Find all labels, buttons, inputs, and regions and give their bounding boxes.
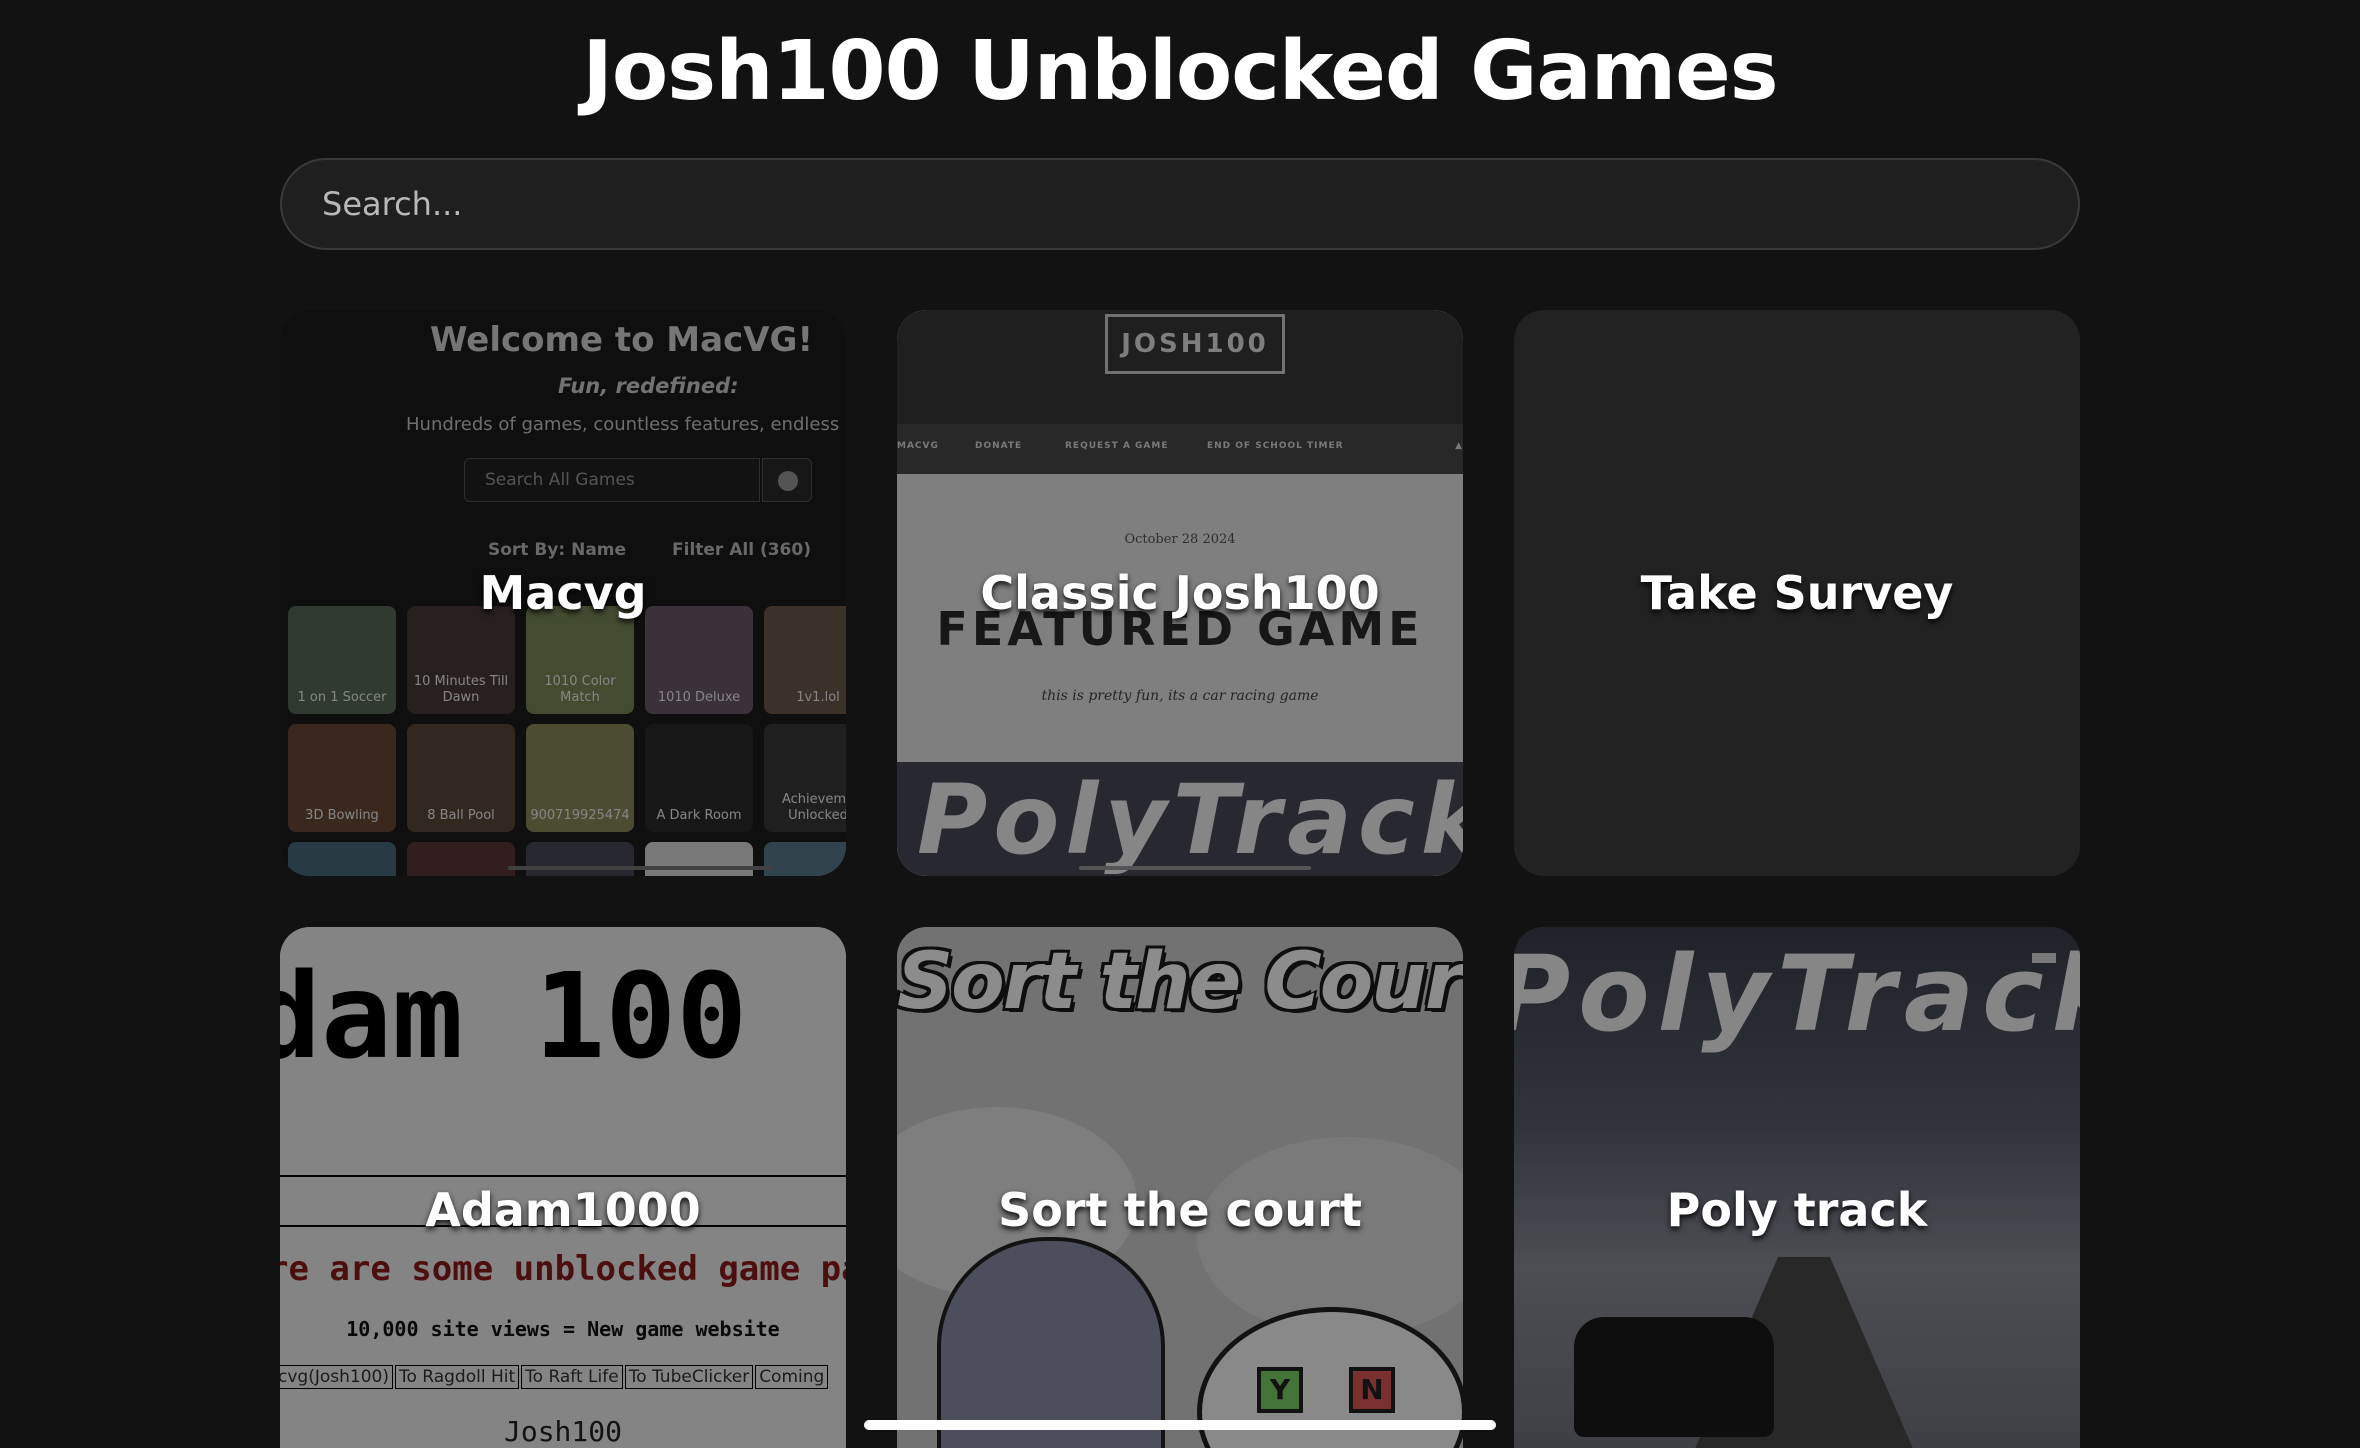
card-title: Macvg — [479, 566, 647, 620]
home-indicator — [864, 1420, 1496, 1430]
game-card-poly-track[interactable]: PolyTrack Poly track — [1514, 927, 2080, 1448]
search-input[interactable] — [282, 160, 2078, 248]
page-title: Josh100 Unblocked Games — [582, 24, 1778, 119]
card-title: Sort the court — [998, 1183, 1362, 1237]
search-bar[interactable] — [280, 158, 2080, 250]
survey-card[interactable]: Take Survey — [1514, 310, 2080, 876]
game-card-macvg[interactable]: Welcome to MacVG! Fun, redefined: Hundre… — [280, 310, 846, 876]
card-title: Poly track — [1666, 1183, 1928, 1237]
game-card-classic-josh100[interactable]: JOSH100 MACVG DONATE REQUEST A GAME END … — [897, 310, 1463, 876]
page: Josh100 Unblocked Games Welcome to MacVG… — [0, 0, 2360, 1448]
game-card-adam1000[interactable]: dam 100 re are some unblocked game pag 1… — [280, 927, 846, 1448]
game-card-sort-the-court[interactable]: Y N Sort the Court! Sort the court — [897, 927, 1463, 1448]
card-title: Take Survey — [1640, 566, 1954, 620]
card-title: Classic Josh100 — [980, 566, 1380, 620]
card-title: Adam1000 — [425, 1183, 701, 1237]
